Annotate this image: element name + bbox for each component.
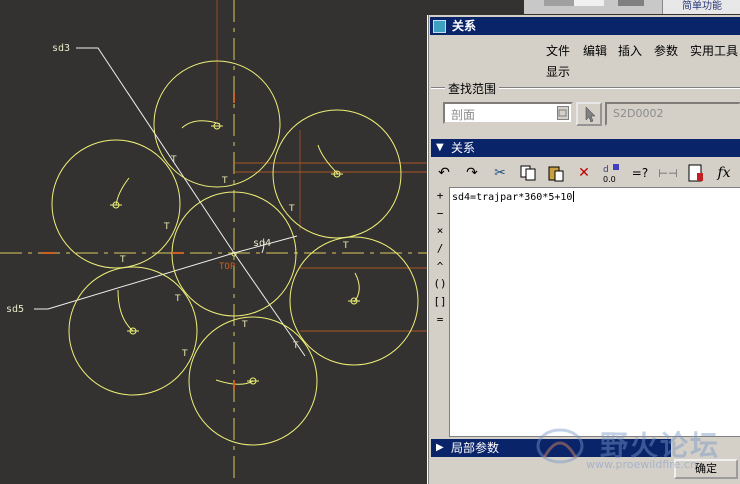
dimension-sd3[interactable]: sd3 bbox=[52, 43, 70, 54]
operator-parentheses[interactable]: () bbox=[431, 277, 449, 295]
search-scope-group: 查找范围 剖面 S2D0002 bbox=[431, 80, 740, 136]
expand-arrow-icon: ▶ bbox=[436, 442, 444, 453]
menubar: 文件 编辑 插入 参数 实用工具 显示 bbox=[428, 37, 740, 81]
cut-icon[interactable]: ✂ bbox=[489, 162, 511, 184]
operator-multiply[interactable]: × bbox=[431, 224, 449, 242]
sketch-id-field[interactable]: S2D0002 bbox=[605, 102, 740, 126]
tangent-marker: T bbox=[241, 320, 248, 330]
svg-text:0.0: 0.0 bbox=[603, 175, 616, 184]
tangent-marker: T bbox=[181, 349, 188, 359]
background-window-strip: 简单功能 bbox=[524, 0, 740, 14]
operator-power[interactable]: ^ bbox=[431, 260, 449, 278]
select-pointer-button[interactable] bbox=[576, 102, 602, 126]
switch-dims-icon[interactable]: d 0.0 bbox=[601, 162, 623, 184]
copy-icon[interactable] bbox=[517, 162, 539, 184]
operator-column: + − × / ^ () [] = bbox=[431, 189, 449, 331]
ok-button[interactable]: 确定 bbox=[674, 459, 738, 479]
tangent-marker: T bbox=[119, 255, 126, 265]
tangent-marker: T bbox=[163, 222, 170, 232]
top-label: TOP bbox=[219, 262, 236, 272]
trajectory-arc bbox=[117, 289, 134, 332]
menu-params[interactable]: 参数 bbox=[654, 42, 678, 59]
dimension-sd4[interactable]: sd4 bbox=[253, 238, 271, 249]
menu-insert[interactable]: 插入 bbox=[618, 42, 642, 59]
text-caret bbox=[573, 191, 575, 202]
sd3-leader bbox=[76, 47, 235, 254]
sketch-id-value: S2D0002 bbox=[613, 107, 664, 120]
local-params-section-header[interactable]: ▶ 局部参数 bbox=[431, 439, 671, 457]
relation-expression: sd4=trajpar*360*5+10 bbox=[452, 191, 575, 203]
cursor-arrow-icon bbox=[585, 106, 596, 123]
dropdown-arrow-icon[interactable] bbox=[557, 106, 569, 120]
evaluate-icon[interactable]: =? bbox=[629, 162, 651, 184]
relations-section-header[interactable]: ▼ 关系 bbox=[431, 139, 740, 157]
paste-icon[interactable] bbox=[545, 162, 567, 184]
tangent-marker: T bbox=[174, 294, 181, 304]
app-icon bbox=[433, 20, 446, 33]
tangent-marker: T bbox=[221, 176, 228, 186]
operator-minus[interactable]: − bbox=[431, 207, 449, 225]
scope-select[interactable]: 剖面 bbox=[443, 102, 573, 124]
dimension-sd5[interactable]: sd5 bbox=[6, 304, 24, 315]
menu-edit[interactable]: 编辑 bbox=[583, 42, 607, 59]
menu-file[interactable]: 文件 bbox=[546, 42, 570, 59]
operator-plus[interactable]: + bbox=[431, 189, 449, 207]
delete-icon[interactable]: ✕ bbox=[573, 162, 595, 184]
relations-toolbar: ↶ ↷ ✂ ✕ d 0.0 =? ⊢⊣ fx bbox=[431, 160, 740, 186]
function-icon[interactable]: fx bbox=[713, 162, 735, 184]
trajectory-arc bbox=[115, 177, 130, 206]
tangent-marker: T bbox=[292, 341, 299, 351]
svg-text:d: d bbox=[603, 165, 609, 175]
local-params-title: 局部参数 bbox=[451, 441, 500, 455]
sort-relations-icon[interactable] bbox=[685, 162, 707, 184]
dimension-line-icon[interactable]: ⊢⊣ bbox=[657, 162, 679, 184]
dialog-titlebar[interactable]: 关系 bbox=[430, 17, 740, 35]
menu-display[interactable]: 显示 bbox=[546, 63, 570, 80]
dialog-title: 关系 bbox=[452, 19, 477, 33]
menu-utilities[interactable]: 实用工具 bbox=[690, 42, 738, 59]
sd5-leader bbox=[34, 252, 235, 310]
tangent-marker: T bbox=[342, 241, 349, 251]
relations-section-title: 关系 bbox=[451, 141, 476, 155]
search-scope-legend: 查找范围 bbox=[445, 80, 500, 97]
collapse-arrow-icon: ▼ bbox=[436, 142, 444, 153]
tangent-marker: T bbox=[170, 155, 177, 165]
operator-divide[interactable]: / bbox=[431, 242, 449, 260]
simple-function-tab[interactable]: 简单功能 bbox=[662, 0, 740, 14]
undo-icon[interactable]: ↶ bbox=[433, 162, 455, 184]
operator-equals[interactable]: = bbox=[431, 313, 449, 331]
redo-icon[interactable]: ↷ bbox=[461, 162, 483, 184]
operator-brackets[interactable]: [] bbox=[431, 295, 449, 313]
relations-dialog: 关系 文件 编辑 插入 参数 实用工具 显示 查找范围 剖面 S2D0002 ▼… bbox=[427, 15, 740, 484]
tangent-marker: T bbox=[288, 204, 295, 214]
relations-editor[interactable]: sd4=trajpar*360*5+10 bbox=[449, 187, 740, 437]
scope-select-value: 剖面 bbox=[451, 108, 476, 122]
trajectory-arc bbox=[317, 144, 339, 175]
